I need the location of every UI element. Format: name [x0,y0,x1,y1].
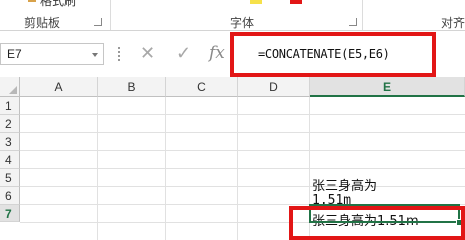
highlight-color-icon[interactable] [250,0,262,4]
enter-icon[interactable]: ✓ [176,43,191,64]
font-group-label: 字体 [230,16,255,30]
row-header-1[interactable]: 1 [0,97,20,115]
row-header-2[interactable]: 2 [0,115,20,133]
name-box-value: E7 [7,47,22,61]
clipboard-group-label: 剪贴板 [24,16,61,30]
more-options-icon[interactable] [118,47,122,61]
font-dialog-launcher[interactable] [349,18,357,26]
ribbon: 格式刷 剪贴板 字体 对齐 [0,0,465,31]
format-painter-icon [28,0,36,2]
gridline-horizontal [20,168,465,169]
result-cell-highlight-box [289,206,465,240]
row-header-7[interactable]: 7 [0,205,20,222]
row-header-4[interactable]: 4 [0,151,20,169]
ribbon-separator [362,0,363,30]
gridline-horizontal [20,114,465,115]
column-header-a[interactable]: A [20,77,98,97]
ribbon-separator [110,0,111,30]
font-color-icon[interactable] [290,0,302,4]
row-header-6[interactable]: 6 [0,187,20,205]
column-header-c[interactable]: C [166,77,238,97]
gridline-horizontal [20,186,465,187]
format-painter-button[interactable]: 格式刷 [40,0,76,9]
formula-highlight-box [230,32,436,77]
insert-function-icon[interactable]: fx [209,43,225,63]
column-header-b[interactable]: B [98,77,166,97]
select-all-corner[interactable] [0,77,20,97]
alignment-group-label: 对齐 [441,16,465,30]
gridline-horizontal [20,132,465,133]
row-header-3[interactable]: 3 [0,133,20,151]
chevron-down-icon[interactable] [92,53,98,57]
column-header-d[interactable]: D [238,77,310,97]
name-box[interactable]: E7 [0,43,104,65]
cancel-icon[interactable]: ✕ [140,43,155,64]
select-all-triangle-icon [9,86,17,94]
cell-e5[interactable]: 张三身高为 [312,175,377,194]
gridline-horizontal [20,150,465,151]
row-header-5[interactable]: 5 [0,169,20,187]
clipboard-dialog-launcher[interactable] [94,18,102,26]
column-header-e[interactable]: E [310,77,465,97]
